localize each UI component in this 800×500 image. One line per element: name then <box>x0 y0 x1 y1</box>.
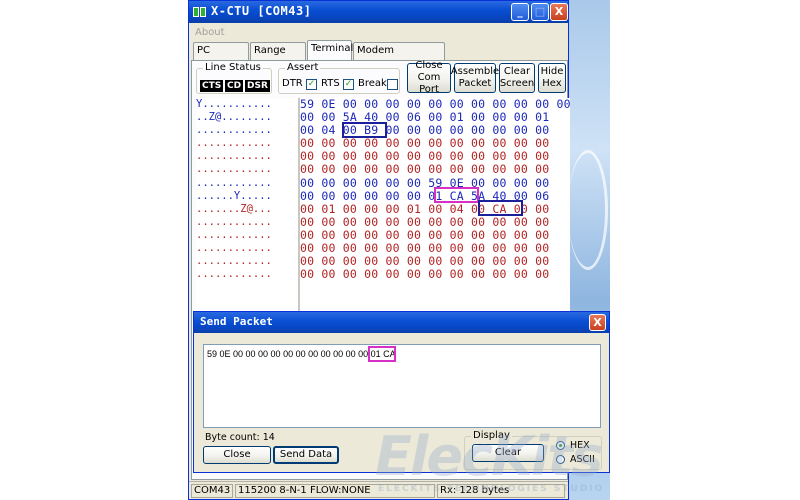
close-com-port-button[interactable]: Close Com Port <box>407 60 451 95</box>
ascii-row: ......Y..... <box>196 189 272 202</box>
send-packet-titlebar[interactable]: Send Packet X <box>194 312 609 333</box>
ascii-row: ............ <box>196 176 272 189</box>
line-status-group: Line Status CTS CD DSR <box>196 62 272 94</box>
dtr-checkbox[interactable]: ✓ <box>306 79 317 90</box>
ascii-row: ............ <box>196 255 272 268</box>
window-title: X-CTU [COM43] <box>211 4 312 18</box>
ascii-row: ............ <box>196 150 272 163</box>
packet-highlight-01-ca <box>368 346 396 362</box>
clear-screen-button[interactable]: Clear Screen <box>499 63 535 93</box>
dialog-close-button[interactable]: Close <box>203 446 271 464</box>
menu-about[interactable]: About <box>195 27 225 38</box>
status-port: COM43 <box>191 484 233 498</box>
assert-group: Assert DTR ✓ RTS ✓ Break <box>278 62 400 94</box>
cts-indicator: CTS <box>200 80 224 92</box>
minimize-button[interactable]: _ <box>511 3 529 21</box>
break-checkbox[interactable] <box>387 79 398 90</box>
byte-count-label: Byte count: 14 <box>205 432 275 443</box>
xctu-app-icon <box>193 5 209 19</box>
ascii-row: ............ <box>196 228 272 241</box>
maximize-button[interactable]: □ <box>531 3 549 21</box>
highlight-00-ca <box>478 200 523 216</box>
break-label: Break <box>358 78 387 89</box>
eleckits-watermark-logo: ElecKits <box>375 425 603 488</box>
hex-row: 00 00 00 00 00 00 00 00 00 00 00 00 <box>300 214 550 229</box>
desktop-swirl-decoration <box>568 150 608 270</box>
assert-legend: Assert <box>285 62 321 73</box>
menu-bar: About <box>189 24 568 42</box>
screenshot-stage: X-CTU [COM43] _ □ X About PC Settings Ra… <box>0 0 800 500</box>
ascii-row: ............ <box>196 242 272 255</box>
rts-checkbox[interactable]: ✓ <box>343 79 354 90</box>
assemble-packet-button[interactable]: Assemble Packet <box>451 63 499 93</box>
send-packet-title: Send Packet <box>200 315 273 328</box>
hex-row: 00 01 00 00 00 01 00 04 00 CA 00 00 <box>300 201 550 216</box>
send-data-button[interactable]: Send Data <box>273 446 339 464</box>
eleckits-watermark-subtitle: ELECKITS TECHNOLOGIES STUDIO <box>378 484 605 494</box>
ascii-row: ............ <box>196 137 272 150</box>
ascii-row: ............ <box>196 215 272 228</box>
tab-modem-configuration[interactable]: Modem Configuration <box>353 42 445 72</box>
dtr-label: DTR <box>282 78 303 89</box>
ascii-row: .......Z@... <box>196 202 272 215</box>
window-titlebar[interactable]: X-CTU [COM43] _ □ X <box>189 1 568 23</box>
hex-row: 00 00 00 00 00 00 00 00 00 00 00 00 <box>300 267 550 282</box>
packet-content-box[interactable]: 59 0E 00 00 00 00 00 00 00 00 00 00 00 0… <box>203 344 601 428</box>
ascii-row: ..Z@........ <box>196 111 272 124</box>
tab-strip: PC Settings Range Test Terminal Modem Co… <box>189 40 568 72</box>
ascii-row: ............ <box>196 268 272 281</box>
line-status-legend: Line Status <box>203 62 263 73</box>
ascii-row: ............ <box>196 124 272 137</box>
tab-terminal[interactable]: Terminal <box>307 40 353 60</box>
hex-row: 00 00 00 00 00 00 00 00 00 00 00 00 <box>300 162 550 177</box>
tab-pc-settings[interactable]: PC Settings <box>193 42 249 72</box>
send-packet-close-icon[interactable]: X <box>589 314 606 331</box>
cd-indicator: CD <box>225 80 244 92</box>
tab-range-test[interactable]: Range Test <box>250 42 306 72</box>
window-close-button[interactable]: X <box>550 3 568 21</box>
highlight-01-ca <box>434 187 479 203</box>
dsr-indicator: DSR <box>245 80 270 92</box>
ascii-row: ............ <box>196 163 272 176</box>
ascii-row: Y........... <box>196 98 272 110</box>
rts-label: RTS <box>321 78 340 89</box>
hide-hex-button[interactable]: Hide Hex <box>538 63 566 93</box>
highlight-00-b9 <box>342 122 387 138</box>
